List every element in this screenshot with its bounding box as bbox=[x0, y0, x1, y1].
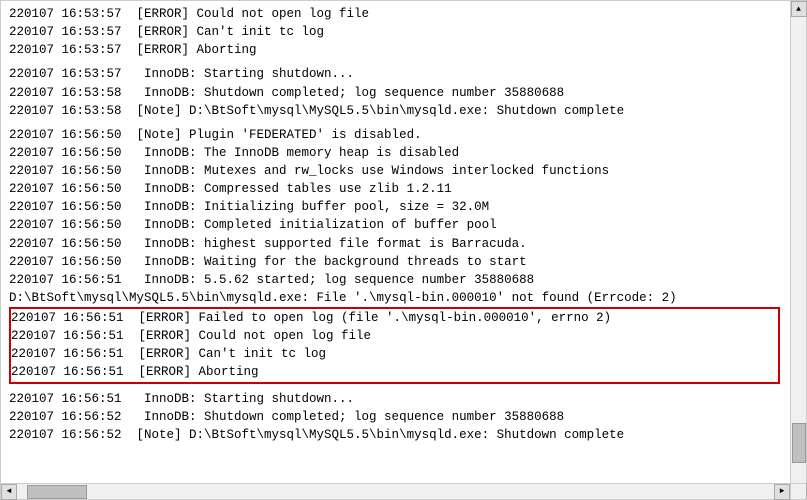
scroll-up-button[interactable]: ▲ bbox=[791, 1, 807, 17]
log-line: 220107 16:56:52 InnoDB: Shutdown complet… bbox=[9, 408, 782, 426]
highlighted-log-line: 220107 16:56:51 [ERROR] Can't init tc lo… bbox=[11, 345, 778, 363]
log-line: 220107 16:56:51 InnoDB: Starting shutdow… bbox=[9, 390, 782, 408]
scrollbar-thumb-h[interactable] bbox=[27, 485, 87, 499]
highlighted-log-line: 220107 16:56:51 [ERROR] Aborting bbox=[11, 363, 778, 381]
log-line: D:\BtSoft\mysql\MySQL5.5\bin\mysqld.exe:… bbox=[9, 289, 782, 307]
log-line: 220107 16:56:52 [Note] D:\BtSoft\mysql\M… bbox=[9, 426, 782, 444]
scrollbar-thumb-v[interactable] bbox=[792, 423, 806, 463]
scrollbar-track-v[interactable] bbox=[791, 17, 806, 483]
highlighted-log-line: 220107 16:56:51 [ERROR] Could not open l… bbox=[11, 327, 778, 345]
log-line: 220107 16:56:50 InnoDB: Compressed table… bbox=[9, 180, 782, 198]
highlighted-log-line: 220107 16:56:51 [ERROR] Failed to open l… bbox=[11, 309, 778, 327]
horizontal-scrollbar[interactable]: ◄ ► bbox=[1, 483, 790, 499]
log-line: 220107 16:56:50 InnoDB: highest supporte… bbox=[9, 235, 782, 253]
log-line: 220107 16:56:51 InnoDB: 5.5.62 started; … bbox=[9, 271, 782, 289]
log-group-shutdown-2: 220107 16:56:51 InnoDB: Starting shutdow… bbox=[9, 390, 782, 444]
log-line: 220107 16:56:50 InnoDB: Completed initia… bbox=[9, 216, 782, 234]
scroll-left-button[interactable]: ◄ bbox=[1, 484, 17, 500]
log-line: 220107 16:53:57 InnoDB: Starting shutdow… bbox=[9, 65, 782, 83]
log-line: 220107 16:53:57 [ERROR] Aborting bbox=[9, 41, 782, 59]
log-line: 220107 16:53:57 [ERROR] Could not open l… bbox=[9, 5, 782, 23]
log-line: 220107 16:53:58 InnoDB: Shutdown complet… bbox=[9, 84, 782, 102]
scrollbar-track-h[interactable] bbox=[17, 484, 774, 499]
log-line: 220107 16:56:50 [Note] Plugin 'FEDERATED… bbox=[9, 126, 782, 144]
log-content-area: 220107 16:53:57 [ERROR] Could not open l… bbox=[1, 1, 790, 483]
log-group-shutdown-1: 220107 16:53:57 InnoDB: Starting shutdow… bbox=[9, 65, 782, 119]
log-line: 220107 16:56:50 InnoDB: Initializing buf… bbox=[9, 198, 782, 216]
scrollbar-corner bbox=[790, 483, 806, 499]
log-line: 220107 16:53:57 [ERROR] Can't init tc lo… bbox=[9, 23, 782, 41]
error-highlight-block: 220107 16:56:51 [ERROR] Failed to open l… bbox=[9, 307, 780, 384]
log-group-innodb: 220107 16:56:50 [Note] Plugin 'FEDERATED… bbox=[9, 126, 782, 307]
terminal-window: 220107 16:53:57 [ERROR] Could not open l… bbox=[0, 0, 807, 500]
log-line: 220107 16:56:50 InnoDB: Waiting for the … bbox=[9, 253, 782, 271]
vertical-scrollbar[interactable]: ▲ ▼ bbox=[790, 1, 806, 499]
log-line: 220107 16:53:58 [Note] D:\BtSoft\mysql\M… bbox=[9, 102, 782, 120]
log-line: 220107 16:56:50 InnoDB: The InnoDB memor… bbox=[9, 144, 782, 162]
log-group-errors-1: 220107 16:53:57 [ERROR] Could not open l… bbox=[9, 5, 782, 59]
log-line: 220107 16:56:50 InnoDB: Mutexes and rw_l… bbox=[9, 162, 782, 180]
scroll-right-button[interactable]: ► bbox=[774, 484, 790, 500]
